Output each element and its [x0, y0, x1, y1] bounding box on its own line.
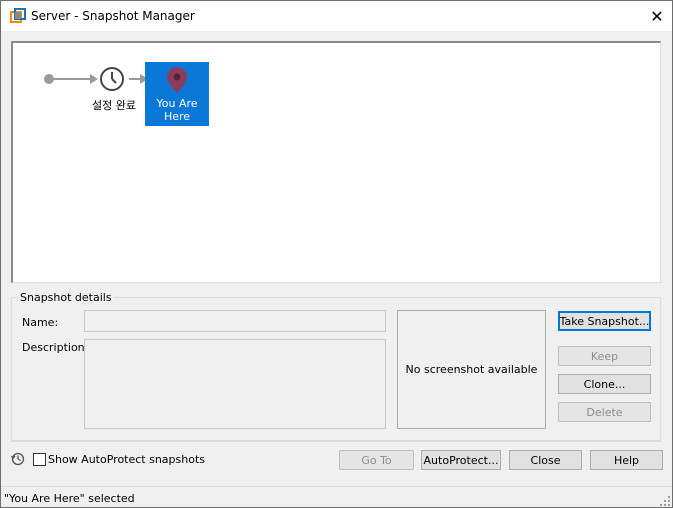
location-pin-icon: [166, 66, 188, 94]
help-button[interactable]: Help: [590, 450, 663, 470]
divider: [11, 441, 661, 442]
close-window-button[interactable]: ✕: [642, 1, 672, 31]
show-autoprotect-checkbox[interactable]: [33, 453, 46, 466]
delete-button[interactable]: Delete: [558, 402, 651, 422]
take-snapshot-button[interactable]: Take Snapshot...: [558, 311, 651, 331]
vmware-app-icon: [10, 8, 26, 24]
timeline-connector: [51, 78, 93, 80]
snapshot-description-field[interactable]: [84, 339, 386, 429]
window-title: Server - Snapshot Manager: [31, 9, 195, 23]
snapshot-details-heading: Snapshot details: [18, 291, 114, 304]
keep-button[interactable]: Keep: [558, 346, 651, 366]
screenshot-preview: No screenshot available: [397, 310, 546, 429]
history-icon: [10, 452, 25, 466]
no-screenshot-text: No screenshot available: [405, 363, 538, 376]
go-to-button[interactable]: Go To: [339, 450, 414, 470]
close-icon: ✕: [650, 6, 664, 26]
snapshot-manager-window: Server - Snapshot Manager ✕ 설정 완료 You Ar…: [0, 0, 673, 508]
resize-grip-icon[interactable]: [660, 496, 670, 506]
close-button[interactable]: Close: [509, 450, 582, 470]
description-label: Description:: [22, 341, 89, 354]
snapshot-tree-view[interactable]: 설정 완료 You Are Here: [11, 41, 661, 283]
clock-icon[interactable]: [99, 66, 125, 92]
name-label: Name:: [22, 316, 59, 329]
status-bar: "You Are Here" selected: [1, 486, 672, 507]
snapshot-name-field[interactable]: [84, 310, 386, 332]
snapshot-node-label[interactable]: 설정 완료: [84, 97, 144, 113]
title-bar: Server - Snapshot Manager ✕: [1, 1, 672, 31]
autoprotect-button[interactable]: AutoProtect...: [421, 450, 501, 470]
clone-button[interactable]: Clone...: [558, 374, 651, 394]
timeline-arrow: [90, 74, 98, 84]
you-are-here-node[interactable]: You Are Here: [145, 62, 209, 126]
status-text: "You Are Here" selected: [4, 492, 135, 505]
you-are-here-label: You Are Here: [156, 97, 198, 123]
show-autoprotect-label[interactable]: Show AutoProtect snapshots: [48, 453, 205, 466]
